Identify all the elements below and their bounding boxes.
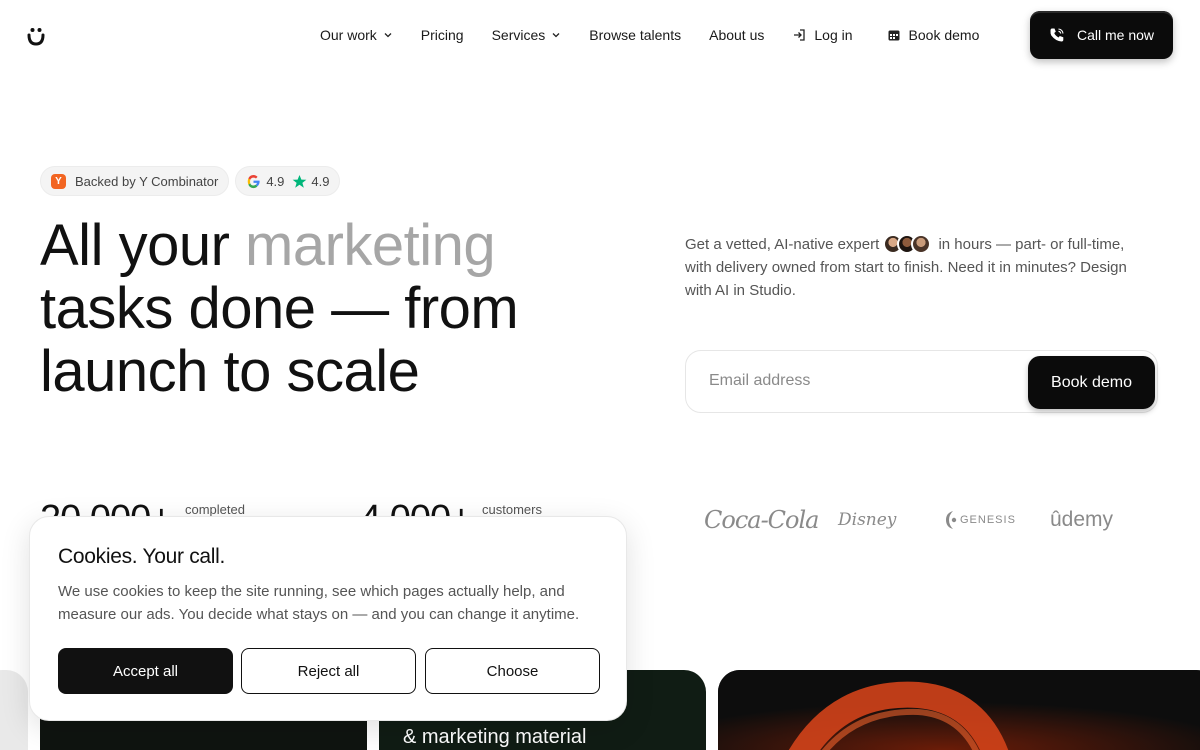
rating-badge: 4.9 4.9 (235, 166, 341, 196)
udemy-logo: ûdemy (1050, 508, 1114, 531)
star-icon (293, 174, 307, 188)
stat-customers-label: customers (482, 502, 542, 517)
nav-browse-talents-label: Browse talents (589, 27, 682, 43)
chevron-down-icon (384, 33, 392, 38)
nav-browse-talents[interactable]: Browse talents (589, 27, 681, 43)
showcase-card[interactable] (0, 670, 28, 750)
headline-part1: All your (40, 213, 246, 278)
cookie-title: Cookies. Your call. (58, 545, 226, 568)
email-input[interactable] (709, 372, 1009, 390)
choose-cookies-button[interactable]: Choose (425, 648, 600, 694)
nav-our-work[interactable]: Our work (320, 27, 393, 43)
headline-highlight: marketing (245, 213, 496, 278)
google-icon (248, 174, 260, 188)
yc-badge: Y Backed by Y Combinator (40, 166, 230, 196)
nav-pricing[interactable]: Pricing (421, 27, 464, 43)
call-me-now-label: Call me now (1076, 27, 1155, 43)
trust-badges: Y Backed by Y Combinator 4.9 4.9 (40, 166, 346, 196)
expert-avatars (883, 234, 932, 255)
nav-log-in[interactable]: Log in (792, 27, 853, 43)
nav-our-work-label: Our work (320, 27, 377, 43)
cookie-description: We use cookies to keep the site running,… (58, 583, 580, 623)
star-rating-value: 4.9 (311, 173, 330, 189)
phone-icon (1050, 28, 1064, 42)
nav-book-demo[interactable]: Book demo (887, 27, 980, 43)
nav-links: Our work Pricing Services Browse talents… (320, 11, 1007, 59)
stat-completed-label: completed (185, 502, 245, 517)
headline-part2: tasks done — from launch to scale (40, 276, 519, 404)
google-rating-value: 4.9 (266, 173, 285, 189)
nav-pricing-label: Pricing (420, 27, 464, 43)
avatar (911, 234, 932, 255)
abstract-3d-shape-image (718, 670, 1200, 750)
disney-logo: Disney (838, 510, 897, 530)
book-demo-button[interactable]: Book demo (1028, 356, 1155, 409)
calendar-icon (888, 30, 900, 41)
nav-about-us[interactable]: About us (709, 27, 764, 43)
genesis-mark-icon (946, 511, 957, 529)
reject-all-button[interactable]: Reject all (241, 648, 416, 694)
desc-part1: Get a vetted, AI-native expert (685, 236, 880, 253)
showcase-card[interactable] (718, 670, 1200, 750)
coca-cola-logo: Coca-Cola (704, 506, 819, 534)
cookie-consent-dialog: Cookies. Your call. We use cookies to ke… (29, 516, 627, 721)
accept-all-button[interactable]: Accept all (58, 648, 233, 694)
call-me-now-button[interactable]: Call me now (1030, 11, 1173, 59)
genesis-logo-text: GENESIS (960, 514, 1016, 526)
hero-description: Get a vetted, AI-native expert in hours … (685, 233, 1155, 302)
chevron-down-icon (552, 33, 560, 38)
email-signup-form: Book demo (685, 350, 1158, 413)
nav-about-us-label: About us (709, 27, 765, 43)
y-combinator-icon: Y (51, 173, 66, 189)
showcase-card-title: & marketing material (403, 726, 587, 748)
yc-badge-label: Backed by Y Combinator (75, 173, 219, 189)
nav-services-label: Services (491, 27, 546, 43)
nav-log-in-label: Log in (814, 27, 853, 43)
login-arrow-icon (794, 29, 806, 41)
nav-book-demo-label: Book demo (908, 27, 980, 43)
smiley-logo-icon[interactable] (26, 26, 46, 46)
top-nav: Our work Pricing Services Browse talents… (0, 0, 1200, 72)
hero-headline: All your marketing tasks done — from laun… (40, 214, 600, 403)
genesis-logo: GENESIS (944, 500, 1016, 540)
nav-services[interactable]: Services (492, 27, 562, 43)
